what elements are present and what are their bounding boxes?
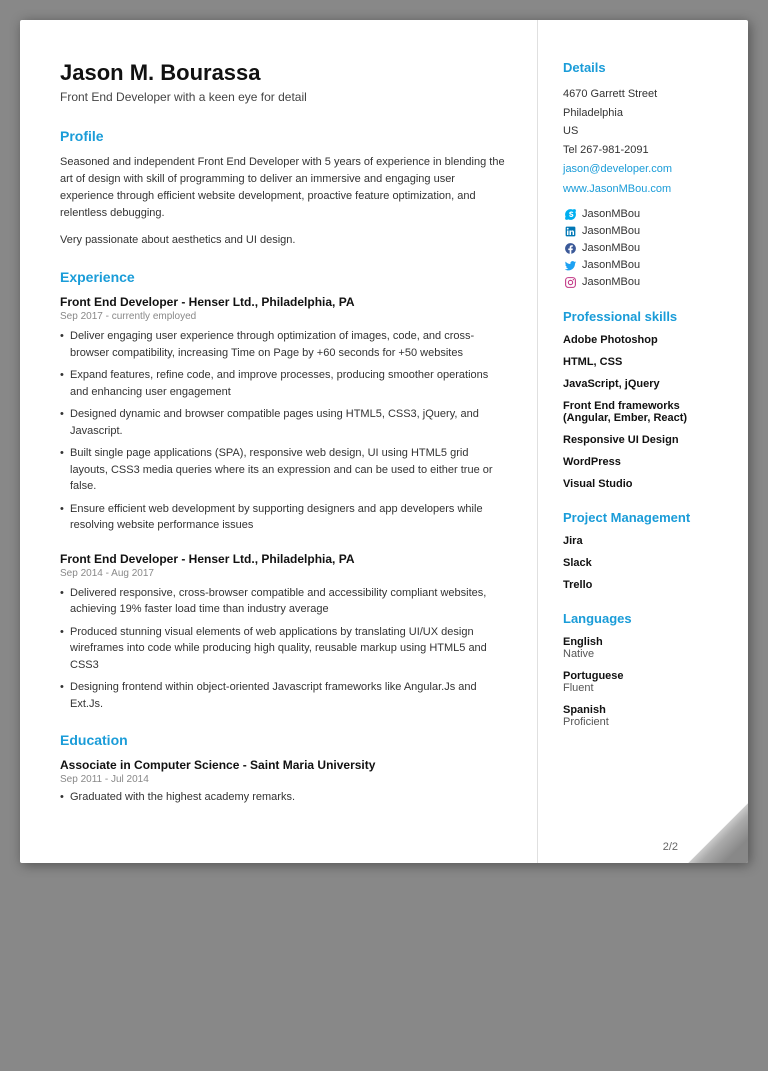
bullet: Designed dynamic and browser compatible … bbox=[60, 406, 507, 439]
profile-text-1: Seasoned and independent Front End Devel… bbox=[60, 154, 507, 222]
website-link[interactable]: www.JasonMBou.com bbox=[563, 180, 728, 200]
profile-text-2: Very passionate about aesthetics and UI … bbox=[60, 232, 507, 249]
bullet: Ensure efficient web development by supp… bbox=[60, 501, 507, 534]
pm-3: Trello bbox=[563, 579, 728, 591]
lang-3-level: Proficient bbox=[563, 716, 728, 728]
lang-1-level: Native bbox=[563, 648, 728, 660]
pm-2: Slack bbox=[563, 557, 728, 569]
social-linkedin: JasonMBou bbox=[563, 224, 728, 238]
job-2-bullets: Delivered responsive, cross-browser comp… bbox=[60, 585, 507, 713]
profile-section-title: Profile bbox=[60, 128, 507, 144]
details-section-title: Details bbox=[563, 60, 728, 75]
bullet: Expand features, refine code, and improv… bbox=[60, 367, 507, 400]
social-facebook: JasonMBou bbox=[563, 241, 728, 255]
linkedin-icon bbox=[563, 224, 577, 238]
linkedin-handle: JasonMBou bbox=[582, 225, 640, 237]
bullet: Deliver engaging user experience through… bbox=[60, 328, 507, 361]
job-1-bullets: Deliver engaging user experience through… bbox=[60, 328, 507, 534]
instagram-handle: JasonMBou bbox=[582, 276, 640, 288]
page-number: 2/2 bbox=[663, 841, 678, 853]
pm-1: Jira bbox=[563, 535, 728, 547]
bullet: Built single page applications (SPA), re… bbox=[60, 445, 507, 495]
resume-body: Jason M. Bourassa Front End Developer wi… bbox=[20, 20, 748, 863]
twitter-icon bbox=[563, 258, 577, 272]
job-1-date: Sep 2017 - currently employed bbox=[60, 311, 507, 322]
instagram-icon bbox=[563, 275, 577, 289]
skill-3: JavaScript, jQuery bbox=[563, 378, 728, 390]
bullet: Delivered responsive, cross-browser comp… bbox=[60, 585, 507, 618]
address-line3: US bbox=[563, 122, 728, 141]
resume-page: Jason M. Bourassa Front End Developer wi… bbox=[20, 20, 748, 863]
edu-degree: Associate in Computer Science - Saint Ma… bbox=[60, 758, 507, 772]
languages-section-title: Languages bbox=[563, 611, 728, 626]
address-line2: Philadelphia bbox=[563, 104, 728, 123]
skill-5: Responsive UI Design bbox=[563, 434, 728, 446]
facebook-handle: JasonMBou bbox=[582, 242, 640, 254]
phone: Tel 267-981-2091 bbox=[563, 141, 728, 160]
skype-handle: JasonMBou bbox=[582, 208, 640, 220]
skill-4: Front End frameworks (Angular, Ember, Re… bbox=[563, 400, 728, 424]
education-section-title: Education bbox=[60, 732, 507, 748]
skill-2: HTML, CSS bbox=[563, 356, 728, 368]
skype-icon bbox=[563, 207, 577, 221]
job-2-date: Sep 2014 - Aug 2017 bbox=[60, 568, 507, 579]
twitter-handle: JasonMBou bbox=[582, 259, 640, 271]
experience-section-title: Experience bbox=[60, 269, 507, 285]
edu-bullet: Graduated with the highest academy remar… bbox=[60, 791, 507, 803]
lang-2-name: Portuguese bbox=[563, 670, 728, 682]
facebook-icon bbox=[563, 241, 577, 255]
edu-date: Sep 2011 - Jul 2014 bbox=[60, 774, 507, 785]
social-skype: JasonMBou bbox=[563, 207, 728, 221]
lang-2-level: Fluent bbox=[563, 682, 728, 694]
lang-1-name: English bbox=[563, 636, 728, 648]
right-column: Details 4670 Garrett Street Philadelphia… bbox=[538, 20, 748, 863]
socials-container: JasonMBou JasonMBou JasonMBou bbox=[563, 207, 728, 289]
bullet: Produced stunning visual elements of web… bbox=[60, 624, 507, 674]
skill-1: Adobe Photoshop bbox=[563, 334, 728, 346]
left-column: Jason M. Bourassa Front End Developer wi… bbox=[20, 20, 538, 863]
address-line1: 4670 Garrett Street bbox=[563, 85, 728, 104]
candidate-name: Jason M. Bourassa bbox=[60, 60, 507, 86]
edu-bullets: Graduated with the highest academy remar… bbox=[60, 791, 507, 803]
skill-6: WordPress bbox=[563, 456, 728, 468]
skills-section-title: Professional skills bbox=[563, 309, 728, 324]
job-2-company: Front End Developer - Henser Ltd., Phila… bbox=[60, 552, 507, 566]
email-link[interactable]: jason@developer.com bbox=[563, 160, 728, 180]
candidate-title: Front End Developer with a keen eye for … bbox=[60, 90, 507, 104]
skill-7: Visual Studio bbox=[563, 478, 728, 490]
lang-3-name: Spanish bbox=[563, 704, 728, 716]
job-entry-1: Front End Developer - Henser Ltd., Phila… bbox=[60, 295, 507, 534]
job-1-company: Front End Developer - Henser Ltd., Phila… bbox=[60, 295, 507, 309]
social-instagram: JasonMBou bbox=[563, 275, 728, 289]
job-entry-2: Front End Developer - Henser Ltd., Phila… bbox=[60, 552, 507, 713]
social-twitter: JasonMBou bbox=[563, 258, 728, 272]
pm-section-title: Project Management bbox=[563, 510, 728, 525]
bullet: Designing frontend within object-oriente… bbox=[60, 679, 507, 712]
